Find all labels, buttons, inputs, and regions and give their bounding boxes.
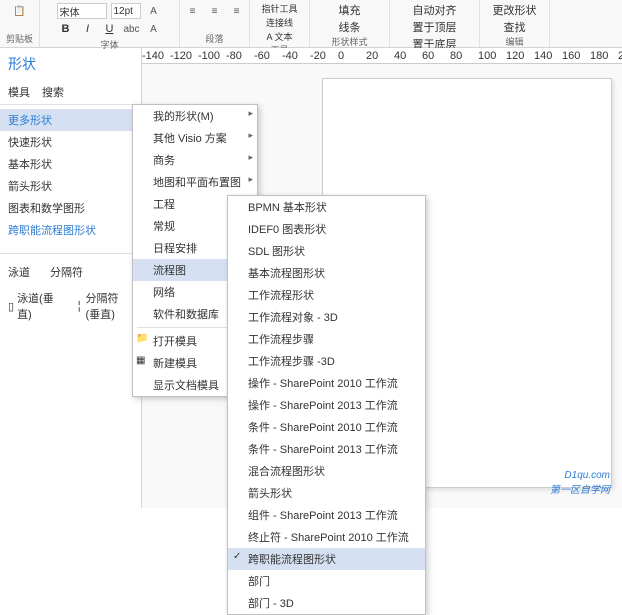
bold-icon[interactable]: B <box>57 20 75 38</box>
font-size-select[interactable] <box>111 3 141 19</box>
watermark: D1qu.com 第一区自学网 <box>550 470 610 496</box>
menu-item[interactable]: 组件 - SharePoint 2013 工作流 <box>228 504 425 526</box>
sidebar-item[interactable]: 基本形状 <box>0 153 141 175</box>
ribbon-label: 字体 <box>100 38 118 51</box>
menu-item[interactable]: 基本流程图形状 <box>228 262 425 284</box>
increase-font-icon[interactable]: A <box>145 2 163 20</box>
menu-item[interactable]: 操作 - SharePoint 2010 工作流 <box>228 372 425 394</box>
ruler-tick: -140 <box>142 50 164 62</box>
text-tool-button[interactable]: A 文本 <box>266 30 292 43</box>
separator-icon: ╎ <box>76 300 83 313</box>
menu-item[interactable]: 条件 - SharePoint 2013 工作流 <box>228 438 425 460</box>
ribbon-paragraph: ≡ ≡ ≡ 段落 <box>180 0 250 47</box>
ruler-tick: 40 <box>394 50 406 62</box>
menu-item[interactable]: 箭头形状 <box>228 482 425 504</box>
menu-item[interactable]: BPMN 基本形状 <box>228 196 425 218</box>
menu-item[interactable]: 部门 <box>228 570 425 592</box>
sidebar-item-crossfunc[interactable]: 跨职能流程图形状 <box>0 219 141 241</box>
align-center-icon[interactable]: ≡ <box>206 2 224 20</box>
ruler-tick: -40 <box>282 50 298 62</box>
sidebar-item-more-shapes[interactable]: 更多形状 <box>0 109 141 131</box>
ruler-tick: 140 <box>534 50 552 62</box>
bring-front-button[interactable]: 置于顶层 <box>413 19 457 35</box>
menu-item[interactable]: 工作流程形状 <box>228 284 425 306</box>
menu-item[interactable]: 地图和平面布置图 <box>133 171 257 193</box>
menu-item[interactable]: 工作流程步骤 <box>228 328 425 350</box>
ruler-tick: -60 <box>254 50 270 62</box>
tab-search[interactable]: 搜索 <box>42 84 64 100</box>
ruler-tick: 200 <box>618 50 622 62</box>
sidebar-item[interactable]: 箭头形状 <box>0 175 141 197</box>
context-menu-flowchart: BPMN 基本形状IDEF0 图表形状SDL 图形状基本流程图形状工作流程形状工… <box>227 195 426 615</box>
pointer-tool-button[interactable]: 指针工具 <box>261 2 297 15</box>
align-button[interactable]: 自动对齐 <box>413 2 457 18</box>
sub-separator[interactable]: 分隔符 <box>50 264 83 280</box>
ruler-tick: -100 <box>198 50 220 62</box>
menu-item[interactable]: 商务 <box>133 149 257 171</box>
ribbon-label: 编辑 <box>505 35 523 48</box>
paste-button[interactable]: 📋 <box>11 2 29 20</box>
ribbon-label: 剪贴板 <box>6 32 33 45</box>
sub-swimlane[interactable]: 泳道 <box>8 264 30 280</box>
sidebar-sub-section: 泳道 分隔符 ▯泳道(垂直) ╎分隔符(垂直) <box>0 253 141 328</box>
ribbon-shape-styles: 填充 线条 形状样式 <box>310 0 390 47</box>
menu-item[interactable]: 终止符 - SharePoint 2010 工作流 <box>228 526 425 548</box>
align-left-icon[interactable]: ≡ <box>184 2 202 20</box>
ribbon: 📋 剪贴板 A B I U abc A 字体 ≡ ≡ ≡ 段落 指针工具 连接线… <box>0 0 622 48</box>
menu-item[interactable]: 其他 Visio 方案 <box>133 127 257 149</box>
font-color-icon[interactable]: A <box>145 20 163 38</box>
shapes-sidebar: 形状 模具 搜索 更多形状 快速形状 基本形状 箭头形状 图表和数学图形 跨职能… <box>0 48 142 508</box>
ruler-tick: 160 <box>562 50 580 62</box>
horizontal-ruler: -140 -120 -100 -80 -60 -40 -20 0 20 40 60 80 100 120 1… <box>142 48 622 64</box>
ribbon-edit: 更改形状 查找 编辑 <box>480 0 550 47</box>
menu-icon: 📁 <box>136 333 148 345</box>
ribbon-font: A B I U abc A 字体 <box>40 0 180 47</box>
ribbon-label: 形状样式 <box>331 35 367 48</box>
sidebar-title: 形状 <box>0 48 141 80</box>
sidebar-item[interactable]: 图表和数学图形 <box>0 197 141 219</box>
sidebar-tabs: 模具 搜索 <box>0 80 141 105</box>
ruler-tick: 120 <box>506 50 524 62</box>
find-button[interactable]: 查找 <box>504 19 526 35</box>
ribbon-arrange: 自动对齐 置于顶层 置于底层 排列 <box>390 0 480 47</box>
menu-item[interactable]: 工作流程对象 - 3D <box>228 306 425 328</box>
font-name-select[interactable] <box>57 3 107 19</box>
shape-category-list: 更多形状 快速形状 基本形状 箭头形状 图表和数学图形 跨职能流程图形状 <box>0 105 141 245</box>
menu-item[interactable]: 跨职能流程图形状 <box>228 548 425 570</box>
ruler-tick: 180 <box>590 50 608 62</box>
menu-item[interactable]: SDL 图形状 <box>228 240 425 262</box>
ruler-tick: 20 <box>366 50 378 62</box>
underline-icon[interactable]: U <box>101 20 119 38</box>
ruler-tick: -120 <box>170 50 192 62</box>
shape-swimlane-v[interactable]: ▯泳道(垂直) <box>8 290 56 322</box>
sidebar-item[interactable]: 快速形状 <box>0 131 141 153</box>
ruler-tick: 80 <box>450 50 462 62</box>
ruler-tick: 60 <box>422 50 434 62</box>
align-right-icon[interactable]: ≡ <box>228 2 246 20</box>
swimlane-icon: ▯ <box>8 300 14 313</box>
menu-item[interactable]: 部门 - 3D <box>228 592 425 614</box>
ribbon-label: 段落 <box>205 32 223 45</box>
connector-button[interactable]: 连接线 <box>266 16 293 29</box>
menu-item[interactable]: 工作流程步骤 -3D <box>228 350 425 372</box>
fill-button[interactable]: 填充 <box>339 2 361 18</box>
ruler-tick: -20 <box>310 50 326 62</box>
menu-icon: ▦ <box>136 355 148 367</box>
change-shape-button[interactable]: 更改形状 <box>493 2 537 18</box>
ruler-tick: -80 <box>226 50 242 62</box>
strike-icon[interactable]: abc <box>123 20 141 38</box>
ribbon-tools: 指针工具 连接线 A 文本 工具 <box>250 0 310 47</box>
shape-separator-v[interactable]: ╎分隔符(垂直) <box>76 290 133 322</box>
menu-item[interactable]: IDEF0 图表形状 <box>228 218 425 240</box>
menu-item[interactable]: 条件 - SharePoint 2010 工作流 <box>228 416 425 438</box>
line-button[interactable]: 线条 <box>339 19 361 35</box>
italic-icon[interactable]: I <box>79 20 97 38</box>
ruler-tick: 100 <box>478 50 496 62</box>
menu-item[interactable]: 操作 - SharePoint 2013 工作流 <box>228 394 425 416</box>
ruler-tick: 0 <box>338 50 344 62</box>
ribbon-clipboard: 📋 剪贴板 <box>0 0 40 47</box>
menu-item[interactable]: 我的形状(M) <box>133 105 257 127</box>
tab-stencils[interactable]: 模具 <box>8 84 30 100</box>
menu-item[interactable]: 混合流程图形状 <box>228 460 425 482</box>
